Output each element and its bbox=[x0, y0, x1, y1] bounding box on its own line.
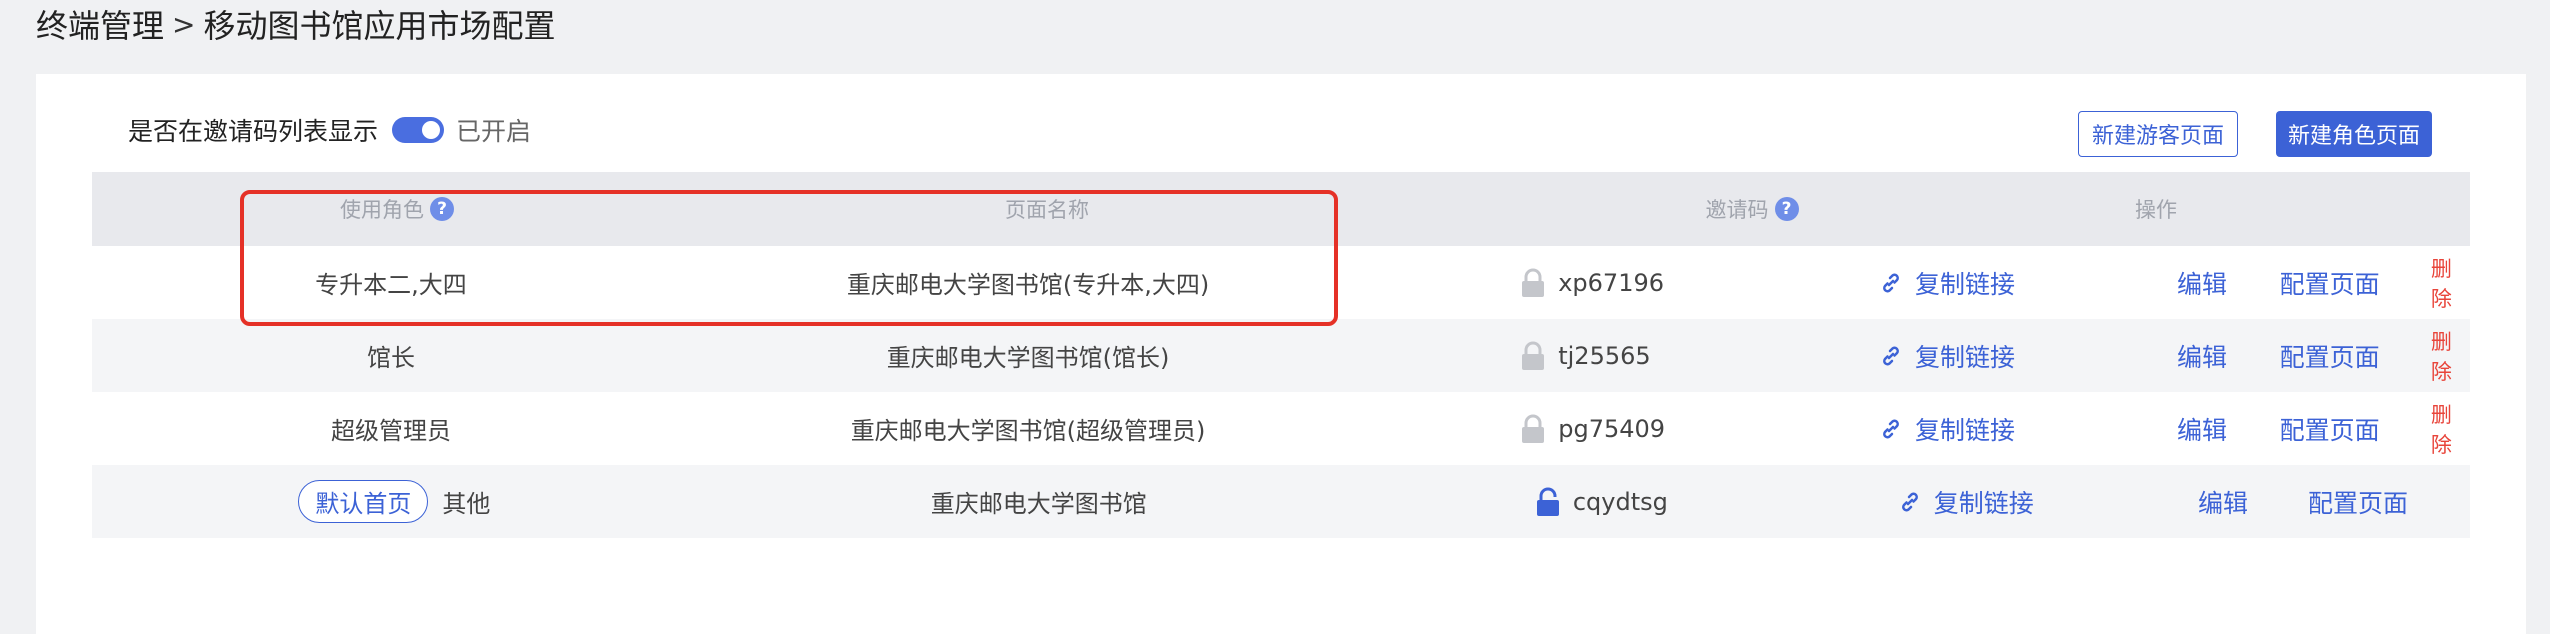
invite-code-text: cqydtsg bbox=[1572, 487, 1668, 516]
breadcrumb-separator: > bbox=[172, 7, 196, 41]
invite-code-text: tj25565 bbox=[1558, 341, 1651, 370]
new-role-page-button[interactable]: 新建角色页面 bbox=[2276, 111, 2432, 157]
new-guest-page-button[interactable]: 新建游客页面 bbox=[2078, 111, 2238, 157]
code-cell: xp67196 bbox=[1366, 268, 1879, 298]
show-in-invite-list-switch[interactable] bbox=[392, 117, 445, 143]
breadcrumb-current: 移动图书馆应用市场配置 bbox=[203, 7, 556, 45]
switch-state-text: 已开启 bbox=[456, 117, 532, 146]
content-card: 是否在邀请码列表显示 已开启 新建游客页面 新建角色页面 使用角色 ? 页面名称… bbox=[36, 74, 2526, 634]
delete-button[interactable]: 删除 bbox=[2431, 399, 2470, 459]
page-name-text: 重庆邮电大学图书馆(馆长) bbox=[886, 344, 1170, 372]
breadcrumb: 终端管理 > 移动图书馆应用市场配置 bbox=[36, 2, 556, 46]
link-icon bbox=[1883, 273, 1899, 292]
lock-icon bbox=[1522, 268, 1545, 297]
edit-button[interactable]: 编辑 bbox=[2198, 484, 2308, 520]
delete-button[interactable]: 删除 bbox=[2431, 326, 2470, 386]
page-name-text: 重庆邮电大学图书馆 bbox=[930, 490, 1147, 518]
edit-button[interactable]: 编辑 bbox=[2177, 338, 2280, 374]
copy-link-button[interactable]: 复制链接 bbox=[1879, 411, 2075, 447]
lock-icon bbox=[1522, 341, 1545, 370]
page-name-cell: 重庆邮电大学图书馆(超级管理员) bbox=[690, 411, 1366, 446]
link-icon bbox=[1883, 419, 1899, 438]
role-cell: 默认首页 其他 bbox=[92, 480, 697, 523]
config-page-button[interactable]: 配置页面 bbox=[2280, 265, 2431, 301]
edit-button[interactable]: 编辑 bbox=[2177, 265, 2280, 301]
header-ops: 操作 bbox=[2112, 194, 2470, 224]
table-row: 超级管理员 重庆邮电大学图书馆(超级管理员) pg75409 复制链接 编辑 配… bbox=[92, 392, 2470, 465]
switch-knob bbox=[422, 121, 441, 139]
header-code-label: 邀请码 bbox=[1705, 198, 1769, 222]
lock-icon bbox=[1522, 414, 1545, 443]
role-text: 超级管理员 bbox=[330, 417, 451, 445]
ops-cell: 编辑 配置页面 删除 bbox=[2075, 253, 2470, 313]
config-page-button[interactable]: 配置页面 bbox=[2308, 484, 2470, 520]
copy-link-button[interactable]: 复制链接 bbox=[1898, 484, 2096, 520]
invite-code-text: xp67196 bbox=[1558, 268, 1665, 297]
page-name-text: 重庆邮电大学图书馆(超级管理员) bbox=[850, 417, 1206, 445]
header-ops-label: 操作 bbox=[2135, 198, 2177, 222]
page-name-cell: 重庆邮电大学图书馆(馆长) bbox=[690, 338, 1366, 373]
role-cell: 超级管理员 bbox=[92, 411, 690, 446]
header-invite-code: 邀请码 ? bbox=[1392, 194, 2112, 224]
link-icon bbox=[1883, 346, 1899, 365]
copy-link-label: 复制链接 bbox=[1914, 269, 2015, 299]
code-cell: pg75409 bbox=[1366, 414, 1879, 444]
toggle-label: 是否在邀请码列表显示 bbox=[128, 117, 379, 146]
config-page-button[interactable]: 配置页面 bbox=[2280, 338, 2431, 374]
table-row: 默认首页 其他 重庆邮电大学图书馆 cqydtsg 复制链接 编辑 配置页面 bbox=[92, 465, 2470, 538]
page-name-cell: 重庆邮电大学图书馆 bbox=[697, 484, 1381, 519]
invite-code-text: pg75409 bbox=[1558, 414, 1666, 443]
unlock-icon bbox=[1536, 487, 1559, 516]
copy-link-label: 复制链接 bbox=[1914, 342, 2015, 372]
ops-cell: 编辑 配置页面 删除 bbox=[2075, 326, 2470, 386]
default-home-tag: 默认首页 bbox=[298, 480, 429, 523]
ops-cell: 编辑 配置页面 bbox=[2096, 484, 2470, 520]
role-cell: 馆长 bbox=[92, 338, 690, 373]
copy-link-button[interactable]: 复制链接 bbox=[1879, 265, 2075, 301]
code-cell: tj25565 bbox=[1366, 341, 1879, 371]
code-cell: cqydtsg bbox=[1381, 487, 1898, 517]
link-icon bbox=[1901, 492, 1918, 511]
invite-list-toggle-row: 是否在邀请码列表显示 已开启 bbox=[128, 104, 531, 156]
copy-link-label: 复制链接 bbox=[1914, 415, 2015, 445]
copy-link-label: 复制链接 bbox=[1933, 488, 2034, 518]
config-page-button[interactable]: 配置页面 bbox=[2280, 411, 2431, 447]
copy-link-button[interactable]: 复制链接 bbox=[1879, 338, 2075, 374]
help-icon[interactable]: ? bbox=[1774, 197, 1799, 221]
role-text: 其他 bbox=[442, 490, 491, 518]
role-text: 馆长 bbox=[366, 344, 415, 372]
delete-button[interactable]: 删除 bbox=[2431, 253, 2470, 313]
table-row: 馆长 重庆邮电大学图书馆(馆长) tj25565 复制链接 编辑 配置页面 删除 bbox=[92, 319, 2470, 392]
ops-cell: 编辑 配置页面 删除 bbox=[2075, 399, 2470, 459]
highlight-box bbox=[240, 190, 1338, 326]
breadcrumb-parent[interactable]: 终端管理 bbox=[36, 1, 164, 47]
edit-button[interactable]: 编辑 bbox=[2177, 411, 2280, 447]
